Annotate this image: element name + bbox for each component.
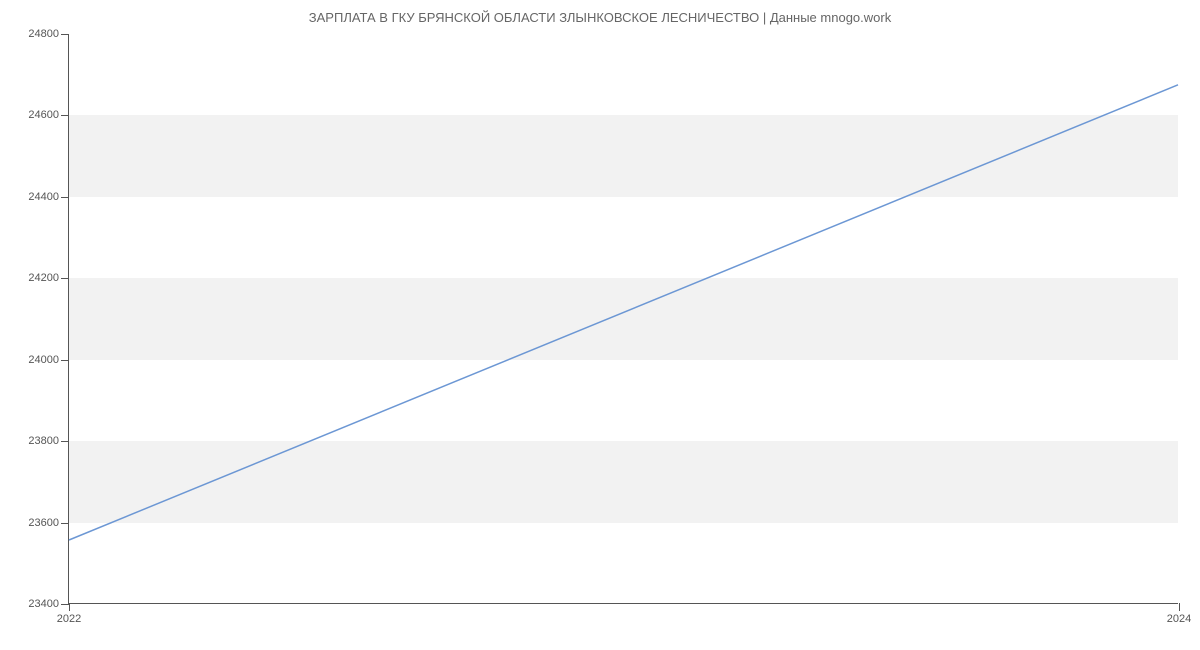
y-tick-label: 24400 xyxy=(28,191,69,203)
y-tick-label: 24000 xyxy=(28,354,69,366)
data-line xyxy=(69,85,1178,540)
x-tick-label: 2024 xyxy=(1167,603,1191,625)
plot-area: 2340023600238002400024200244002460024800… xyxy=(68,34,1178,604)
y-tick-label: 24800 xyxy=(28,28,69,40)
x-tick-label: 2022 xyxy=(57,603,81,625)
y-tick-label: 23600 xyxy=(28,517,69,529)
y-tick-label: 24600 xyxy=(28,109,69,121)
y-tick-label: 23800 xyxy=(28,435,69,447)
y-tick-label: 24200 xyxy=(28,272,69,284)
chart-container: ЗАРПЛАТА В ГКУ БРЯНСКОЙ ОБЛАСТИ ЗЛЫНКОВС… xyxy=(0,0,1200,650)
line-series xyxy=(69,34,1178,603)
chart-title: ЗАРПЛАТА В ГКУ БРЯНСКОЙ ОБЛАСТИ ЗЛЫНКОВС… xyxy=(0,10,1200,25)
